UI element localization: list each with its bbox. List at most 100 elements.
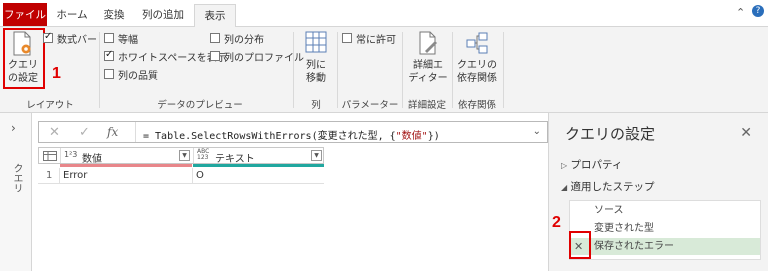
applied-step-item-selected[interactable]: ✕ 保存されたエラー [570, 238, 760, 255]
cancel-icon[interactable]: ✕ [49, 125, 60, 140]
column-distribution-checkbox[interactable] [210, 33, 220, 43]
always-allow-checkbox[interactable] [342, 33, 352, 43]
applied-steps-label: 適用したステップ [570, 181, 655, 193]
query-dependencies-label-2: 依存関係 [457, 73, 497, 84]
column-distribution-toggle[interactable]: 列の分布 [210, 31, 264, 46]
always-allow-toggle[interactable]: 常に許可 [342, 31, 396, 46]
column-profile-toggle[interactable]: 列のプロファイル [210, 49, 304, 64]
query-dependencies-label-1: クエリの [457, 60, 497, 71]
always-allow-label: 常に許可 [356, 34, 396, 46]
column-divider [59, 168, 60, 184]
formula-bar-toggle[interactable]: 数式バー [43, 31, 97, 46]
applied-step-item[interactable]: ソース [570, 202, 760, 219]
query-dependencies-button[interactable]: クエリの 依存関係 [455, 31, 499, 85]
ribbon-divider [99, 32, 100, 108]
grid-header: 1²3 数値 ▼ ABC 123 テキスト ▼ [38, 147, 324, 165]
confirm-icon[interactable]: ✓ [79, 125, 90, 140]
monospace-label: 等幅 [118, 34, 138, 46]
group-label-layout: レイアウト [26, 100, 74, 111]
formula-expand-icon[interactable]: ⌄ [533, 126, 541, 137]
advanced-editor-icon [419, 31, 437, 55]
ribbon-divider [337, 32, 338, 108]
fx-icon[interactable]: fx [107, 125, 118, 139]
formula-bar-label: 数式バー [57, 34, 97, 46]
highlight-box-1 [3, 28, 45, 89]
query-dependencies-icon [466, 32, 488, 54]
group-label-dependencies: 依存関係 [457, 100, 496, 111]
column-profile-label: 列のプロファイル [224, 52, 304, 64]
column-profile-checkbox[interactable] [210, 51, 220, 61]
column-header-label[interactable]: 数値 [82, 150, 102, 165]
advanced-editor-label-1: 詳細エ [413, 60, 443, 71]
properties-label: プロパティ [570, 159, 623, 171]
column-divider [193, 148, 194, 163]
expand-triangle-icon: ▷ [561, 161, 568, 170]
column-quality-checkbox[interactable] [104, 69, 114, 79]
column-type-icon[interactable]: 1²3 [64, 150, 77, 159]
table-cell[interactable]: O [196, 170, 204, 181]
ribbon-divider [503, 32, 504, 108]
formula-text[interactable]: = Table.SelectRowsWithErrors(変更された型, {"数… [143, 127, 440, 142]
column-divider [60, 148, 61, 163]
group-label-data-preview: データのプレビュー [157, 100, 243, 111]
applied-steps-section[interactable]: ◢ 適用したステップ [561, 179, 655, 194]
ribbon-divider [452, 32, 453, 108]
column-filter-dropdown-icon[interactable]: ▼ [311, 150, 322, 161]
row-index: 1 [46, 170, 53, 181]
column-quality-label: 列の品質 [118, 70, 158, 82]
queries-pane-label[interactable]: クエリ [9, 163, 24, 193]
group-label-columns: 列 [311, 100, 321, 111]
formula-string: "数値" [395, 131, 428, 142]
column-header-label[interactable]: テキスト [215, 150, 255, 165]
group-label-advanced: 詳細設定 [407, 100, 446, 111]
monospace-toggle[interactable]: 等幅 [104, 31, 138, 46]
applied-steps-list: ソース 変更された型 ✕ 保存されたエラー [569, 200, 761, 260]
callout-number-2: 2 [552, 214, 561, 231]
advanced-editor-label-2: ディター [408, 73, 448, 84]
formula-bar[interactable]: ✕ ✓ fx = Table.SelectRowsWithErrors(変更され… [38, 121, 548, 143]
advanced-editor-button[interactable]: 詳細エ ディター [408, 31, 448, 85]
go-to-column-button[interactable]: 列に 移動 [298, 31, 334, 85]
callout-number-1: 1 [52, 65, 61, 82]
tab-file[interactable]: ファイル [3, 3, 47, 26]
table-menu-icon[interactable] [43, 151, 57, 164]
group-label-parameters: パラメーター [341, 100, 399, 111]
formula-prefix: = Table.SelectRowsWithErrors(変更された型, { [143, 131, 396, 142]
column-divider [192, 168, 193, 184]
expand-pane-icon[interactable]: › [11, 121, 16, 135]
applied-step-label: 保存されたエラー [594, 241, 674, 252]
column-distribution-label: 列の分布 [224, 34, 264, 46]
monospace-checkbox[interactable] [104, 33, 114, 43]
go-to-column-label-2: 移動 [306, 73, 326, 84]
column-type-icon[interactable]: ABC 123 [197, 149, 213, 161]
show-whitespace-checkbox[interactable] [104, 49, 114, 61]
help-icon[interactable]: ? [752, 5, 764, 17]
ribbon-tabs: ファイル ホーム 変換 列の追加 表示 ⌃ ? [0, 0, 768, 28]
collapse-triangle-icon: ◢ [561, 183, 568, 192]
ribbon-divider [402, 32, 403, 108]
column-filter-dropdown-icon[interactable]: ▼ [179, 150, 190, 161]
table-cell[interactable]: Error [63, 170, 87, 181]
formula-suffix: }) [427, 131, 440, 142]
tab-transform[interactable]: 変換 [96, 4, 132, 27]
collapse-ribbon-icon[interactable]: ⌃ [736, 6, 745, 19]
highlight-box-2 [569, 231, 591, 259]
applied-step-item[interactable]: 変更された型 [570, 220, 760, 237]
column-quality-bar-valid [193, 164, 324, 167]
ribbon: クエリ の設定 1 数式バー レイアウト 等幅 ホワイトスペースを表示 列の品質… [0, 27, 768, 113]
tab-home[interactable]: ホーム [50, 4, 94, 27]
column-quality-toggle[interactable]: 列の品質 [104, 67, 158, 82]
column-quality-bar-error [60, 164, 192, 167]
tab-add-column[interactable]: 列の追加 [134, 4, 192, 27]
query-settings-title: クエリの設定 [565, 125, 656, 143]
go-to-column-label-1: 列に [306, 60, 326, 71]
table-columns-icon [305, 31, 327, 53]
formula-divider [135, 122, 136, 142]
show-whitespace-toggle[interactable]: ホワイトスペースを表示 [104, 49, 227, 64]
close-icon[interactable]: ✕ [740, 125, 752, 141]
tab-view[interactable]: 表示 [194, 4, 236, 28]
formula-bar-checkbox[interactable] [43, 31, 53, 43]
table-row: 1 Error O [38, 168, 324, 184]
query-settings-pane: クエリの設定 ✕ ▷ プロパティ ◢ 適用したステップ ソース 変更された型 ✕… [548, 113, 768, 271]
properties-section[interactable]: ▷ プロパティ [561, 157, 622, 172]
